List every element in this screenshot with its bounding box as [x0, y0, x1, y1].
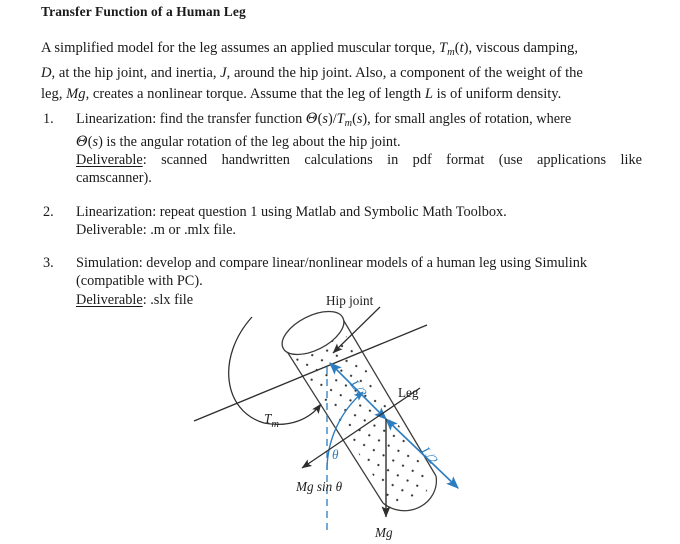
task-item-1: 1. Linearization: find the transfer func… [41, 110, 642, 188]
intro-line-2: D, at the hip joint, and inertia, J, aro… [41, 65, 583, 82]
task-line: Θ(s) is the angular rotation of the leg … [76, 134, 401, 151]
task-line: Linearization: find the transfer functio… [76, 111, 572, 129]
intro-paragraph: A simplified model for the leg assumes a… [41, 38, 642, 104]
torque-label-sub: m [271, 419, 279, 430]
task-line: Simulation: develop and compare linear/n… [76, 255, 588, 272]
task-number: 1. [43, 111, 54, 127]
task-number: 2. [43, 203, 54, 220]
theta-label: θ [332, 447, 339, 462]
task-line: (compatible with PC). [76, 273, 203, 290]
task-list: 1. Linearization: find the transfer func… [41, 110, 642, 322]
hip-joint-label: Hip joint [326, 295, 374, 308]
task-item-2: 2. Linearization: repeat question 1 usin… [41, 203, 642, 239]
task-number: 3. [43, 255, 54, 272]
deliverable-label: Deliverable [76, 152, 143, 169]
task-deliverable-line: camscanner). [76, 170, 152, 187]
deliverable-label: Deliverable [76, 291, 143, 308]
mg-sin-theta-label: Mg sin θ [295, 479, 343, 494]
task-deliverable-line: Deliverable: scanned handwritten calcula… [76, 152, 642, 169]
intro-line-1: A simplified model for the leg assumes a… [41, 40, 578, 58]
task-deliverable-line: Deliverable: .m or .mlx file. [76, 221, 237, 238]
mg-label: Mg [374, 525, 393, 540]
leg-cylinder-texture [291, 327, 431, 504]
torque-label: Tm [264, 411, 279, 430]
document-page: Transfer Function of a Human Leg A simpl… [0, 0, 680, 544]
page-title: Transfer Function of a Human Leg [41, 4, 246, 19]
torque-arc-outer [228, 316, 265, 424]
figure-human-leg-diagram: Tm θ L/2 L/2 Mg Mg sin θ Hip joint Leg [180, 295, 520, 544]
deliverable-label: Deliverable [76, 221, 143, 238]
intro-line-3: leg, Mg, creates a nonlinear torque. Ass… [41, 85, 562, 102]
task-line: Linearization: repeat question 1 using M… [76, 203, 507, 220]
leg-label: Leg [398, 385, 419, 400]
